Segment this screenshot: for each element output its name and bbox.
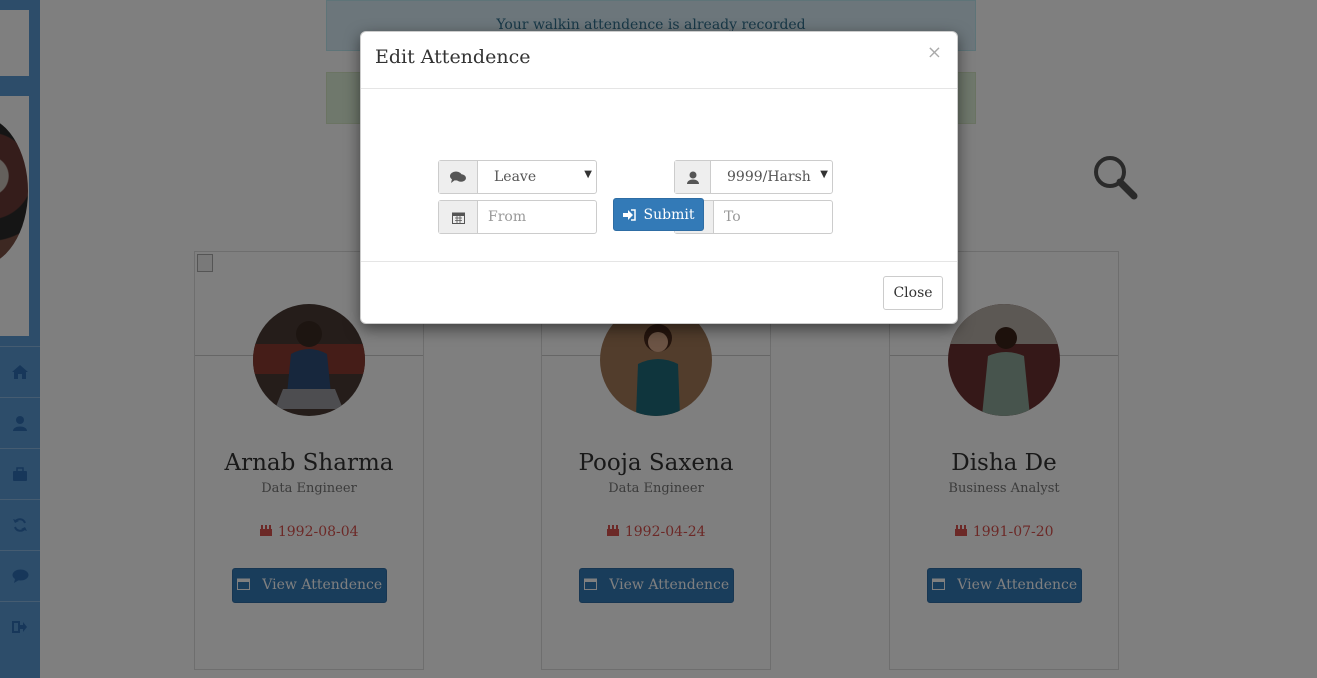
type-select-group: Leave ▼ bbox=[438, 160, 597, 194]
from-date-group: From bbox=[438, 200, 597, 234]
user-icon bbox=[675, 161, 711, 193]
caret-down-icon: ▼ bbox=[584, 169, 592, 180]
close-button[interactable]: Close bbox=[883, 276, 943, 310]
to-date-input[interactable]: To bbox=[714, 201, 832, 233]
employee-select-value: 9999/Harsh bbox=[727, 169, 811, 185]
type-select-value: Leave bbox=[494, 169, 537, 185]
comments-icon bbox=[439, 161, 478, 193]
sign-in-icon bbox=[622, 208, 636, 221]
modal-close-x-button[interactable]: × bbox=[927, 42, 942, 63]
modal-body: Leave ▼ 9999/Harsh ▼ From To Submit bbox=[361, 89, 957, 262]
modal-title: Edit Attendence bbox=[375, 46, 531, 68]
modal-footer: Close bbox=[361, 262, 957, 325]
employee-select-group: 9999/Harsh ▼ bbox=[674, 160, 833, 194]
employee-select[interactable]: 9999/Harsh ▼ bbox=[711, 161, 832, 193]
edit-attendence-modal: Edit Attendence × Leave ▼ 9999/Harsh ▼ F… bbox=[360, 31, 958, 324]
submit-label: Submit bbox=[643, 206, 695, 223]
modal-header: Edit Attendence × bbox=[361, 32, 957, 89]
from-date-input[interactable]: From bbox=[478, 201, 596, 233]
type-select[interactable]: Leave ▼ bbox=[478, 161, 596, 193]
caret-down-icon: ▼ bbox=[820, 169, 828, 180]
submit-button[interactable]: Submit bbox=[613, 198, 704, 231]
calendar-icon bbox=[439, 201, 478, 233]
